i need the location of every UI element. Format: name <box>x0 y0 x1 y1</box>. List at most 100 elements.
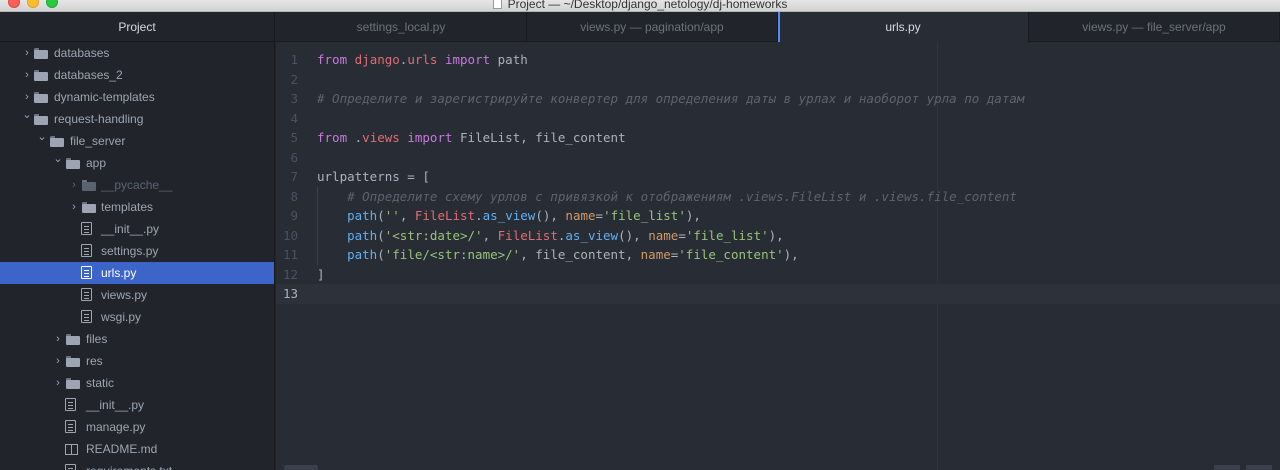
tree-folder-item[interactable]: › databases_2 <box>0 64 274 86</box>
code-editor[interactable]: 1 from django.urls import path 2 3 # Определ… <box>276 42 1280 470</box>
tree-file-item[interactable]: README.md <box>0 438 274 460</box>
file-icon <box>81 244 92 257</box>
readme-book-icon <box>65 444 78 455</box>
tree-item-label: static <box>86 376 115 390</box>
tree-file-item[interactable]: manage.py <box>0 416 274 438</box>
folder-icon <box>34 114 48 125</box>
document-icon <box>492 0 502 9</box>
tree-item-label: file_server <box>70 134 126 148</box>
tree-item-label: databases_2 <box>54 68 123 82</box>
tree-folder-item[interactable]: › dynamic-templates <box>0 86 274 108</box>
tree-folder-item[interactable]: › templates <box>0 196 274 218</box>
tree-item-label: databases <box>54 46 110 60</box>
code-text: path('<str:date>/', FileList.as_view(), … <box>347 227 784 243</box>
code-line[interactable]: 12] <box>276 265 1280 285</box>
folder-icon <box>66 158 80 169</box>
folder-icon <box>82 202 96 213</box>
code-line[interactable]: 11 path('file/<str:name>/', file_content… <box>276 245 1280 265</box>
code-line[interactable]: 7 urlpatterns = [ <box>276 167 1280 187</box>
tree-folder-item[interactable]: ⌄ app <box>0 152 274 174</box>
tree-item-label: settings.py <box>101 244 159 258</box>
code-text: path('', FileList.as_view(), name='file_… <box>347 208 701 223</box>
window-title: Project — ~/Desktop/django_netology/dj-h… <box>507 0 788 11</box>
line-number: 12 <box>282 266 298 282</box>
tree-file-item[interactable]: views.py <box>0 284 274 306</box>
chevron-down-icon[interactable]: ⌄ <box>53 148 63 170</box>
code-line[interactable]: 10 path('<str:date>/', FileList.as_view(… <box>276 226 1280 246</box>
tree-item-label: __init__.py <box>101 222 160 236</box>
file-icon <box>81 310 92 323</box>
tree-item-label: files <box>86 332 108 346</box>
tab[interactable]: settings_local.py <box>276 12 527 42</box>
status-bar-item[interactable] <box>1214 465 1240 470</box>
chevron-right-icon[interactable]: › <box>22 42 32 64</box>
line-number: 2 <box>290 71 298 87</box>
tree-item-label: dynamic-templates <box>54 90 155 104</box>
code-line[interactable]: 13 <box>276 284 1280 304</box>
tree-item-label: wsgi.py <box>101 310 142 324</box>
folder-icon <box>50 136 64 147</box>
tree-item-label: __init__.py <box>86 398 145 412</box>
chevron-right-icon[interactable]: › <box>69 196 79 218</box>
tree-file-item[interactable]: settings.py <box>0 240 274 262</box>
code-text: from .views import FileList, file_conten… <box>317 130 626 145</box>
project-tree-panel: Project › databases › databases_2 › dynamic-t… <box>0 12 275 470</box>
tab-active[interactable]: urls.py <box>778 12 1029 43</box>
tree-item-label: urls.py <box>101 266 137 280</box>
tree-folder-item[interactable]: › static <box>0 372 274 394</box>
tree-folder-item[interactable]: › res <box>0 350 274 372</box>
line-number: 13 <box>282 286 298 301</box>
code-line[interactable]: 6 <box>276 148 1280 168</box>
tree-file-item[interactable]: __init__.py <box>0 394 274 416</box>
tab[interactable]: views.py — file_server/app <box>1029 12 1280 42</box>
folder-icon <box>34 92 48 103</box>
horizontal-scrollbar[interactable] <box>284 465 318 470</box>
tree-folder-item[interactable]: › databases <box>0 42 274 64</box>
tree-item-label: views.py <box>101 288 148 302</box>
code-line[interactable]: 3 # Определите и зарегистрируйте конверте… <box>276 89 1280 109</box>
chevron-down-icon[interactable]: ⌄ <box>37 126 47 148</box>
line-number: 4 <box>290 110 298 126</box>
file-icon <box>65 420 76 433</box>
tree-folder-item[interactable]: › __pycache__ <box>0 174 274 196</box>
chevron-right-icon[interactable]: › <box>53 350 63 372</box>
chevron-right-icon[interactable]: › <box>69 174 79 196</box>
status-bar-item[interactable] <box>1246 465 1272 470</box>
tree-file-item[interactable]: requirements.txt <box>0 460 274 470</box>
project-panel-header[interactable]: Project <box>0 12 274 42</box>
tree-item-label: requirements.txt <box>86 460 172 470</box>
file-icon <box>65 464 76 470</box>
tree-item-label: __pycache__ <box>101 178 173 192</box>
file-icon <box>81 266 92 279</box>
line-number: 5 <box>290 130 298 145</box>
tree-file-item[interactable]: wsgi.py <box>0 306 274 328</box>
line-number: 6 <box>290 149 298 165</box>
tree-folder-item[interactable]: ⌄ file_server <box>0 130 274 152</box>
tree-item-label: res <box>86 354 103 368</box>
chevron-down-icon[interactable]: ⌄ <box>22 104 32 126</box>
tab[interactable]: views.py — pagination/app <box>527 12 778 42</box>
code-line[interactable]: 1 from django.urls import path <box>276 50 1280 70</box>
chevron-right-icon[interactable]: › <box>53 372 63 394</box>
editor-pane: settings_local.py views.py — pagination/a… <box>276 12 1280 470</box>
line-number: 1 <box>290 52 298 67</box>
code-line[interactable]: 2 <box>276 70 1280 90</box>
indent-guide <box>317 187 318 265</box>
tree-folder-item[interactable]: › files <box>0 328 274 350</box>
folder-icon <box>66 356 80 367</box>
folder-icon <box>34 48 48 59</box>
tree-file-item[interactable]: __init__.py <box>0 218 274 240</box>
code-line[interactable]: 8 # Определите схему урлов с привязкой к… <box>276 187 1280 207</box>
code-line[interactable]: 5 from .views import FileList, file_conte… <box>276 128 1280 148</box>
chevron-right-icon[interactable]: › <box>22 64 32 86</box>
tree-file-item[interactable]: urls.py <box>0 262 274 284</box>
code-text: path('file/<str:name>/', file_content, n… <box>347 247 799 262</box>
code-text: # Определите и зарегистрируйте конвертер… <box>317 91 1025 106</box>
chevron-right-icon[interactable]: › <box>53 328 63 350</box>
code-line[interactable]: 9 path('', FileList.as_view(), name='fil… <box>276 206 1280 226</box>
file-icon <box>81 288 92 301</box>
line-number: 11 <box>282 247 298 262</box>
code-line[interactable]: 4 <box>276 109 1280 129</box>
folder-icon <box>66 378 80 389</box>
line-number: 10 <box>282 227 298 243</box>
